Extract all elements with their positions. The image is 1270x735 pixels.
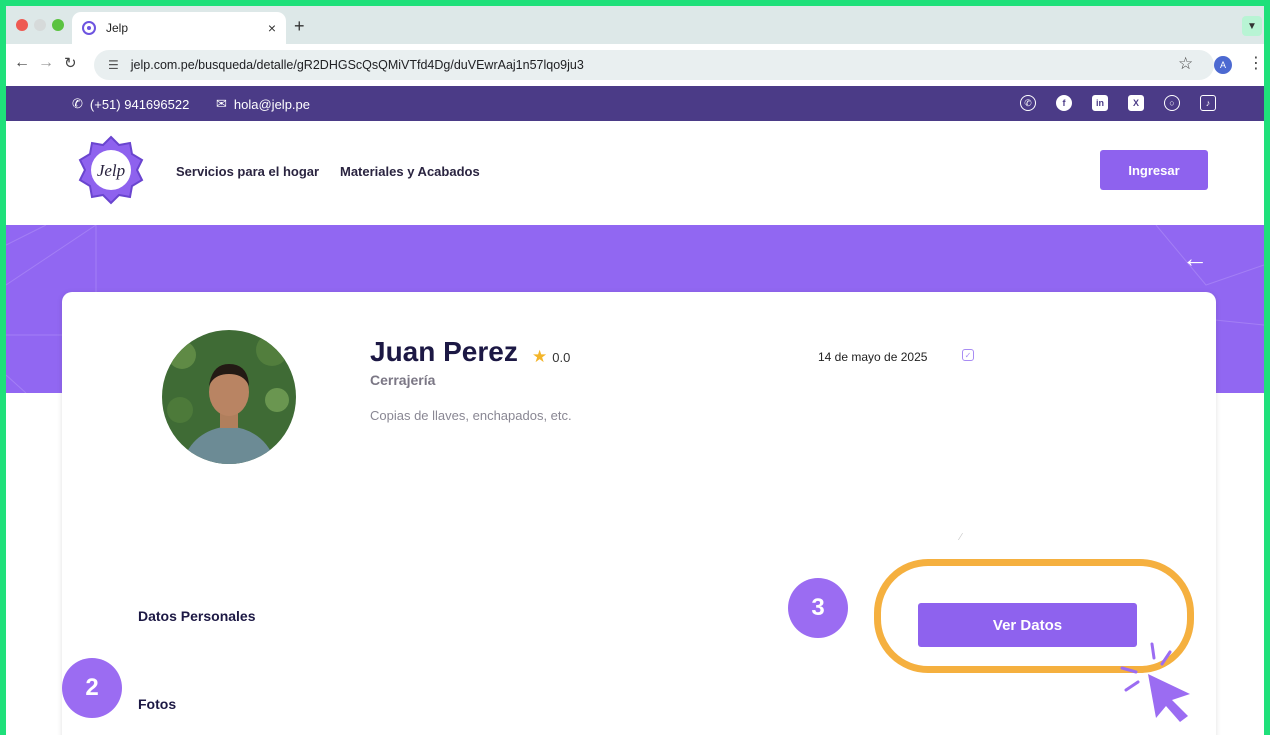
- nav-link-servicios[interactable]: Servicios para el hogar: [176, 164, 319, 179]
- phone-number: (+51) 941696522: [89, 96, 190, 112]
- contact-topbar: ✆ (+51) 941696522 ✉ hola@jelp.pe ✆ f in …: [6, 86, 1264, 121]
- maximize-window-button[interactable]: [52, 19, 64, 31]
- reload-icon[interactable]: ↻: [64, 54, 77, 72]
- phone-icon: ✆: [72, 96, 83, 111]
- forward-icon[interactable]: →: [38, 54, 54, 72]
- step-badge-3: 3: [788, 578, 848, 638]
- close-window-button[interactable]: [16, 19, 28, 31]
- section-photos: Fotos: [138, 696, 177, 712]
- bookmark-star-icon[interactable]: ☆: [1178, 54, 1193, 74]
- back-arrow-icon[interactable]: ←: [1182, 243, 1208, 274]
- minimize-window-button[interactable]: [34, 19, 46, 31]
- site-settings-icon[interactable]: ☰: [108, 58, 119, 72]
- facebook-icon[interactable]: f: [1056, 95, 1072, 111]
- click-cursor-icon: [1120, 642, 1190, 722]
- address-bar[interactable]: ☰ jelp.com.pe/busqueda/detalle/gR2DHGScQ…: [94, 50, 1214, 80]
- provider-name: Juan Perez: [370, 336, 518, 367]
- browser-tab[interactable]: Jelp ×: [72, 12, 286, 44]
- jelp-logo[interactable]: Jelp: [76, 135, 146, 205]
- tab-close-icon[interactable]: ×: [268, 20, 276, 36]
- browser-toolbar: ← → ↻ ☰ jelp.com.pe/busqueda/detalle/gR2…: [6, 44, 1264, 86]
- step-badge-2: 2: [62, 658, 122, 718]
- profile-avatar[interactable]: A: [1214, 56, 1232, 74]
- rating-value: 0.0: [552, 349, 571, 365]
- mail-icon: ✉: [216, 96, 227, 111]
- new-tab-button[interactable]: +: [294, 16, 305, 37]
- menu-kebab-icon[interactable]: ⋮: [1248, 53, 1264, 73]
- social-links: ✆ f in X ○ ♪: [1020, 95, 1216, 111]
- site-header: Jelp Servicios para el hogar Materiales …: [6, 121, 1264, 225]
- email-contact[interactable]: ✉ hola@jelp.pe: [216, 96, 310, 112]
- url-text: jelp.com.pe/busqueda/detalle/gR2DHGScQsQ…: [130, 58, 584, 72]
- tab-bar: Jelp × + ▼: [6, 6, 1264, 44]
- tab-search-chevron-icon[interactable]: ▼: [1242, 16, 1262, 36]
- jelp-favicon-icon: [82, 21, 96, 35]
- section-personal-data: Datos Personales: [138, 608, 256, 624]
- email-address: hola@jelp.pe: [233, 96, 310, 112]
- whatsapp-icon[interactable]: ✆: [1020, 95, 1036, 111]
- logo-text: Jelp: [97, 161, 125, 180]
- avatar: [162, 330, 296, 464]
- service-category: Cerrajería: [370, 372, 436, 388]
- rating: ★ 0.0: [532, 347, 570, 367]
- phone-contact[interactable]: ✆ (+51) 941696522: [72, 96, 189, 112]
- login-button[interactable]: Ingresar: [1100, 150, 1208, 190]
- nav-link-materiales[interactable]: Materiales y Acabados: [340, 164, 480, 179]
- instagram-icon[interactable]: ○: [1164, 95, 1180, 111]
- service-description: Copias de llaves, enchapados, etc.: [370, 408, 572, 423]
- tiktok-icon[interactable]: ♪: [1200, 95, 1216, 111]
- resize-grip-icon[interactable]: ∕: [960, 532, 962, 543]
- linkedin-icon[interactable]: in: [1092, 95, 1108, 111]
- edit-icon[interactable]: ✓: [962, 349, 974, 361]
- x-icon[interactable]: X: [1128, 95, 1144, 111]
- back-icon[interactable]: ←: [14, 54, 30, 72]
- publish-date: 14 de mayo de 2025: [818, 350, 928, 364]
- tab-title: Jelp: [106, 21, 129, 35]
- star-icon: ★: [532, 347, 548, 366]
